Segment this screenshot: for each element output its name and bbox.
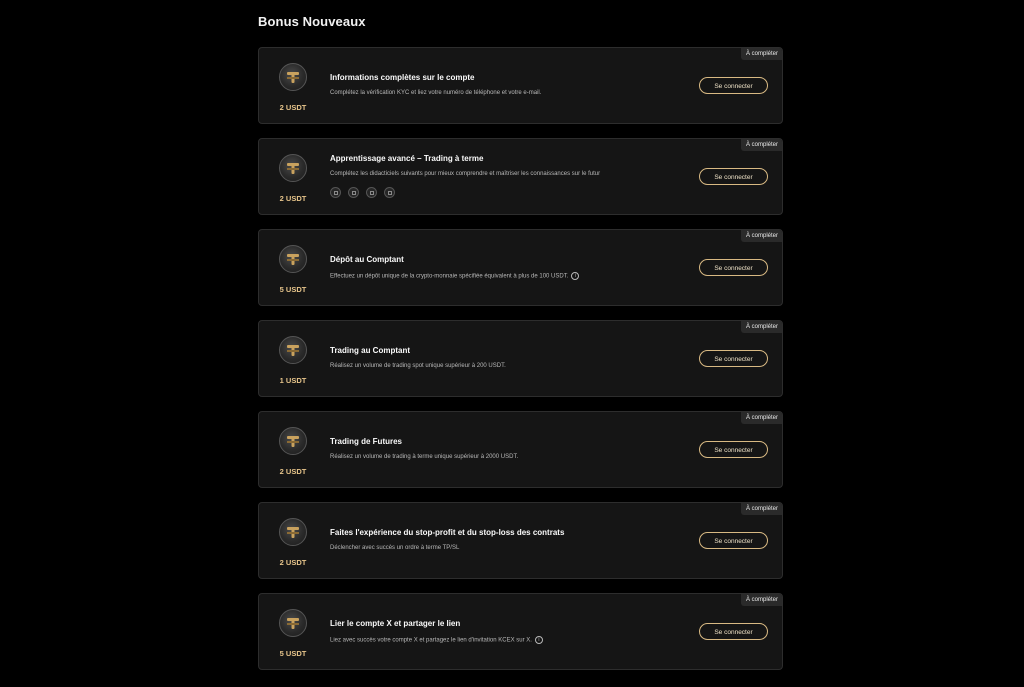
task-card: À compléter 2 USDT Informations complète…	[258, 47, 783, 124]
reward-amount: 5 USDT	[279, 285, 307, 294]
status-badge: À compléter	[740, 594, 782, 606]
task-description: Déclencher avec succès un ordre à terme …	[330, 545, 460, 551]
gold-coin-icon	[279, 427, 307, 455]
task-title: Dépôt au Comptant	[330, 255, 404, 264]
status-badge: À compléter	[740, 321, 782, 333]
task-title: Informations complètes sur le compte	[330, 73, 475, 82]
task-description-text: Effectuez un dépôt unique de la crypto-m…	[330, 273, 569, 280]
tutorial-icon[interactable]	[366, 187, 377, 198]
section-title: Bonus Nouveaux	[258, 14, 366, 29]
connect-button[interactable]: Se connecter	[699, 168, 768, 185]
reward-amount: 2 USDT	[279, 103, 307, 112]
info-icon[interactable]: i	[534, 636, 543, 644]
info-icon[interactable]: i	[571, 272, 580, 280]
status-badge: À compléter	[740, 412, 782, 424]
status-badge: À compléter	[740, 48, 782, 60]
gold-coin-icon	[279, 336, 307, 364]
task-description: Liez avec succès votre compte X et parta…	[330, 636, 543, 644]
task-card: À compléter 2 USDT Apprentissage avancé …	[258, 138, 783, 215]
status-badge: À compléter	[740, 503, 782, 515]
connect-button[interactable]: Se connecter	[699, 623, 768, 640]
task-description: Effectuez un dépôt unique de la crypto-m…	[330, 272, 580, 280]
task-description: Complétez la vérification KYC et liez vo…	[330, 90, 542, 96]
gold-coin-icon	[279, 609, 307, 637]
task-card: À compléter 5 USDT Dépôt au Comptant Eff…	[258, 229, 783, 306]
connect-button[interactable]: Se connecter	[699, 441, 768, 458]
task-description: Complétez les didacticiels suivants pour…	[330, 171, 601, 177]
tutorial-icons	[330, 187, 395, 198]
connect-button[interactable]: Se connecter	[699, 532, 768, 549]
task-card: À compléter 2 USDT Trading de Futures Ré…	[258, 411, 783, 488]
gold-coin-icon	[279, 154, 307, 182]
connect-button[interactable]: Se connecter	[699, 350, 768, 367]
reward-amount: 1 USDT	[279, 376, 307, 385]
status-badge: À compléter	[740, 139, 782, 151]
task-title: Faites l'expérience du stop-profit et du…	[330, 528, 565, 537]
tutorial-icon[interactable]	[330, 187, 341, 198]
task-description-text: Liez avec succès votre compte X et parta…	[330, 637, 532, 644]
status-badge: À compléter	[740, 230, 782, 242]
reward-amount: 2 USDT	[279, 558, 307, 567]
connect-button[interactable]: Se connecter	[699, 259, 768, 276]
task-title: Trading au Comptant	[330, 346, 410, 355]
reward-amount: 2 USDT	[279, 467, 307, 476]
task-list: À compléter 2 USDT Informations complète…	[258, 47, 783, 684]
reward-amount: 2 USDT	[279, 194, 307, 203]
gold-coin-icon	[279, 245, 307, 273]
task-title: Apprentissage avancé – Trading à terme	[330, 154, 484, 163]
new-bonus-page: Bonus Nouveaux À compléter 2 USDT Inform…	[0, 0, 1024, 687]
task-card: À compléter 5 USDT Lier le compte X et p…	[258, 593, 783, 670]
task-title: Lier le compte X et partager le lien	[330, 619, 461, 628]
gold-coin-icon	[279, 63, 307, 91]
task-description: Réalisez un volume de trading spot uniqu…	[330, 363, 506, 369]
task-title: Trading de Futures	[330, 437, 403, 446]
connect-button[interactable]: Se connecter	[699, 77, 768, 94]
task-description: Réalisez un volume de trading à terme un…	[330, 454, 519, 460]
gold-coin-icon	[279, 518, 307, 546]
reward-amount: 5 USDT	[279, 649, 307, 658]
tutorial-icon[interactable]	[348, 187, 359, 198]
task-card: À compléter 2 USDT Faites l'expérience d…	[258, 502, 783, 579]
tutorial-icon[interactable]	[384, 187, 395, 198]
task-card: À compléter 1 USDT Trading au Comptant R…	[258, 320, 783, 397]
